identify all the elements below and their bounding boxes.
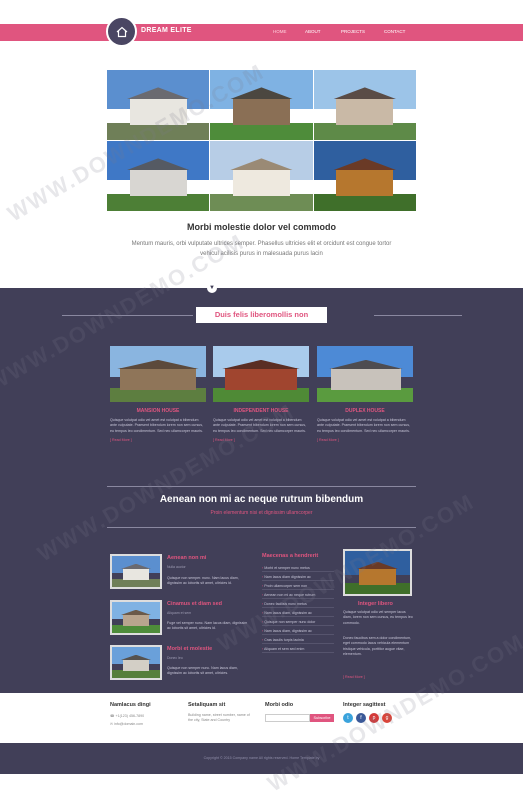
card-text: Quisque volutpat odio vel amet est volut… [110,418,204,433]
property-photo[interactable] [317,346,413,402]
feature-photo[interactable] [343,549,412,596]
pinterest-icon[interactable]: p [369,713,379,723]
list-title: Maecenas a hendrerit [262,553,319,559]
logo-badge[interactable] [106,16,137,47]
gallery-photo[interactable] [210,141,313,211]
post-text: Quisque non semper nunc. Nam lacus diam,… [167,666,238,676]
footer-title: Morbi odio [265,702,294,708]
list-item[interactable]: Quisque non semper nunc dolor [262,620,334,626]
subscribe-button[interactable]: Subscribe [310,714,334,722]
hero-title: Morbi molestie dolor vel commodo [186,222,337,232]
post-title[interactable]: Morbi et molestie [167,646,212,652]
twitter-icon[interactable]: t [343,713,353,723]
post-date: Nulla auctor [167,565,186,569]
footer-title: Namlacus dingi [110,702,151,708]
post-text: Quisque non semper. nunc. Nam lacus diam… [167,576,239,586]
post-thumbnail[interactable] [110,554,162,589]
read-more-link[interactable]: [ Read More ] [317,438,413,442]
read-more-link[interactable]: [ Read More ] [213,438,309,442]
newsletter-input[interactable] [265,714,310,722]
read-more-link[interactable]: [ Read More ] [343,675,413,680]
post-thumbnail[interactable] [110,600,162,635]
card-title[interactable]: DUPLEX HOUSE [317,408,413,414]
list-item[interactable]: Morbi et semper nunc metus [262,566,334,572]
feature-title[interactable]: Integer libero [358,601,393,607]
gallery-photo[interactable] [313,141,416,211]
divider [107,486,416,487]
footer-title: Setaliquam sit [188,702,226,708]
footer [0,693,523,743]
house-gallery [107,70,416,211]
google-plus-icon[interactable]: g [382,713,392,723]
post-thumbnail[interactable] [110,645,162,680]
facebook-icon[interactable]: f [356,713,366,723]
logo-text[interactable]: DREAM ELITE [141,27,192,34]
footer-title: Integer sagittest [343,702,386,708]
divider [107,527,416,528]
post-date: Donec leo [167,656,183,660]
nav-projects[interactable]: PROJECTS [341,29,365,34]
property-card: DUPLEX HOUSE Quisque volutpat odio vel a… [317,346,413,442]
list-item[interactable]: Nam lacus diam, dignissim ac [262,629,334,635]
card-text: Quisque volutpat odio vel amet est volut… [213,418,307,433]
property-card: MANSION HOUSE Quisque volutpat odio vel … [110,346,206,442]
divider [62,315,193,316]
list-item[interactable]: Aliquam et sem sed enim [262,647,334,653]
card-title[interactable]: MANSION HOUSE [110,408,206,414]
card-text: Quisque volutpat odio vel amet est volut… [317,418,411,433]
banner-subtitle: Proin elementum nisi et dignissim ullamc… [210,510,313,516]
gallery-photo[interactable] [313,70,416,140]
list-item[interactable]: Cras iaculis turpis lacinia [262,638,334,644]
list-item[interactable]: Nam lacus diam, dignissim ac [262,611,334,617]
nav-about[interactable]: ABOUT [305,29,321,34]
property-card: INDEPENDENT HOUSE Quisque volutpat odio … [213,346,309,442]
banner-title: Aenean non mi ac neque rutrum bibendum [159,494,364,505]
card-title[interactable]: INDEPENDENT HOUSE [213,408,309,414]
arrow-down-icon[interactable]: ▼ [207,283,217,293]
nav-home[interactable]: HOME [273,29,287,34]
email-text[interactable]: info@domain.com [114,722,143,726]
address-text: Building name, street number, name of th… [188,713,250,723]
gallery-photo[interactable] [210,70,313,140]
divider [374,315,462,316]
hero-text: Mentum mauris, orbi vulputate ultrices s… [131,241,392,257]
gallery-photo[interactable] [107,70,210,140]
list-item[interactable]: Donec facilisis nunc metus [262,602,334,608]
list-item[interactable]: Proin ullamcorper sem non [262,584,334,590]
header-bar [0,24,523,41]
gallery-photo[interactable] [107,141,210,211]
feature-text: Quisque volutpat odio vel semper lacus d… [343,610,413,625]
nav-contact[interactable]: CONTACT [384,29,405,34]
list-item[interactable]: Nam lacus diam dignissim ac [262,575,334,581]
property-photo[interactable] [110,346,206,402]
phone-text: +1(123) 456-7890 [115,714,145,718]
post-title[interactable]: Cinamus et diam sed [167,601,222,607]
featured-title: Duis felis liberomollis non [196,307,327,323]
read-more-link[interactable]: [ Read More ] [110,438,206,442]
post-date: Aliquam et sem [167,611,192,615]
copyright: Copyright © 2015 Company name All rights… [203,756,320,760]
phone-line: ☎ +1(123) 456-7890 [110,714,144,719]
post-title[interactable]: Aenean non mi [167,555,206,561]
email-line[interactable]: ✉ info@domain.com [110,722,143,727]
home-icon [116,26,127,37]
post-text: Fuge vel semper nunc. Nam lacus diam, di… [167,621,248,631]
list-item[interactable]: Aenean non mi ac neque rutrum [262,593,334,599]
feature-text: Donec faucibus sem a dolor condimentum, … [343,636,412,657]
property-photo[interactable] [213,346,309,402]
